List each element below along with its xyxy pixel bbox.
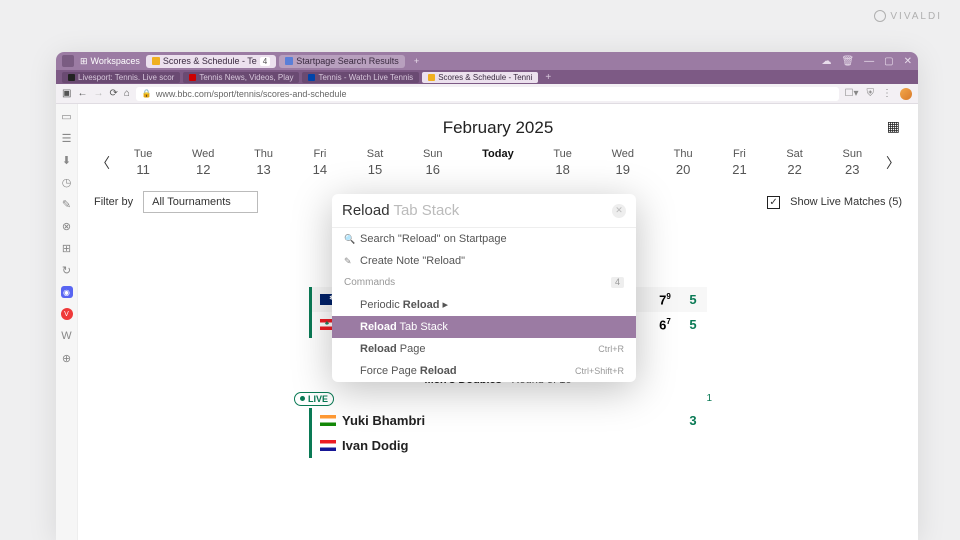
bookmark-icon[interactable]: ☐▾ [845,88,859,100]
set-score: 5 [679,292,707,307]
flag-croatia [320,440,336,451]
vivaldi-panel-icon[interactable]: V [61,308,73,320]
forward-button[interactable]: → [93,88,103,99]
bookmarks-panel-icon[interactable]: ▭ [61,110,73,122]
tab-group-scores[interactable]: Scores & Schedule - Te4 [146,55,276,68]
side-panel: ▭ ☰ ⬇ ◷ ✎ ⊗ ⊞ ↻ ◉ V W ⊕ [56,104,78,540]
livesport-favicon [68,74,75,81]
discord-panel-icon[interactable]: ◉ [61,286,73,298]
day-16[interactable]: Sun16 [423,148,443,177]
sync-icon[interactable]: ☁ [821,56,831,67]
live-badge: LIVE [294,392,334,406]
set-score: 3 [679,413,707,428]
quick-command-palette: Reload Tab Stack ✕ 🔍Search "Reload" on S… [332,194,636,382]
sub-tab-bar: Livesport: Tennis. Live scor Tennis News… [56,70,918,84]
reading-list-icon[interactable]: ☰ [61,132,73,144]
set-number: 1 [706,393,722,404]
app-menu-icon[interactable] [62,55,74,67]
url-text: www.bbc.com/sport/tennis/scores-and-sche… [156,89,347,99]
vivaldi-brand: VIVALDI [874,10,942,22]
palette-search-web[interactable]: 🔍Search "Reload" on Startpage [332,228,636,250]
match-doubles: Yuki Bhambri 3 Ivan Dodig [273,408,723,458]
subtab-livesport[interactable]: Livesport: Tennis. Live scor [62,72,180,83]
day-12[interactable]: Wed12 [192,148,214,177]
close-button[interactable]: ✕ [904,56,912,67]
add-panel-icon[interactable]: ⊕ [61,352,73,364]
history-panel-icon[interactable]: ◷ [61,176,73,188]
subtab-tennis-news[interactable]: Tennis News, Videos, Play [183,72,299,83]
panel-toggle-icon[interactable]: ▣ [62,88,71,99]
palette-close-button[interactable]: ✕ [612,204,626,218]
player-name: Ivan Dodig [342,438,679,453]
new-subtab-button[interactable]: + [545,72,551,83]
day-15[interactable]: Sat15 [367,148,384,177]
lock-icon: 🔒 [142,89,152,98]
match-row[interactable]: Ivan Dodig [309,433,707,458]
calendar-icon[interactable]: ▦ [887,118,900,135]
new-tab-button[interactable]: + [408,55,425,68]
startpage-favicon [285,57,293,65]
back-button[interactable]: ← [77,88,87,99]
show-live-checkbox[interactable]: ✓ [767,196,780,209]
translate-panel-icon[interactable]: ⊗ [61,220,73,232]
window-panel-icon[interactable]: ⊞ [61,242,73,254]
search-icon: 🔍 [344,234,354,245]
espn-favicon [189,74,196,81]
eurosport-favicon [308,74,315,81]
maximize-button[interactable]: ▢ [884,56,893,67]
player-name: Yuki Bhambri [342,413,679,428]
sessions-panel-icon[interactable]: ↻ [61,264,73,276]
set-score: 79 [651,292,679,307]
home-button[interactable]: ⌂ [124,88,130,99]
palette-create-note[interactable]: ✎Create Note "Reload" [332,250,636,272]
match-row[interactable]: Yuki Bhambri 3 [309,408,707,433]
subtab-scores-schedule[interactable]: Scores & Schedule - Tenni [422,72,538,83]
reload-button[interactable]: ⟳ [109,88,117,99]
prev-week-button[interactable]: 〈 [92,153,114,173]
note-icon: ✎ [344,256,354,267]
flag-india [320,415,336,426]
set-score: 5 [679,317,707,332]
notes-panel-icon[interactable]: ✎ [61,198,73,210]
address-bar: ▣ ← → ⟳ ⌂ 🔒 www.bbc.com/sport/tennis/sco… [56,84,918,104]
day-19[interactable]: Wed19 [612,148,634,177]
month-heading: February 2025 [78,118,918,138]
set-score: 67 [651,317,679,332]
palette-force-reload[interactable]: Force Page ReloadCtrl+Shift+R [332,360,636,382]
tab-group-startpage[interactable]: Startpage Search Results [279,55,405,68]
bbc-favicon [152,57,160,65]
workspaces-button[interactable]: ⊞ Workspaces [80,56,140,67]
palette-section-commands: Commands4 [332,272,636,293]
command-input[interactable]: Reload Tab Stack [342,202,612,219]
palette-reload-tab-stack[interactable]: Reload Tab Stack [332,316,636,338]
date-selector: 〈 Tue11 Wed12 Thu13 Fri14 Sat15 Sun16 Today Tue… [78,138,918,183]
day-22[interactable]: Sat22 [786,148,803,177]
palette-periodic-reload[interactable]: Periodic Reload ▸ [332,293,636,316]
tab-count-badge: 4 [260,57,270,66]
palette-reload-page[interactable]: Reload PageCtrl+R [332,338,636,360]
profile-avatar[interactable] [900,88,912,100]
day-14[interactable]: Fri14 [313,148,327,177]
minimize-button[interactable]: — [864,56,874,67]
show-live-label: Show Live Matches (5) [790,196,902,208]
bbc-favicon [428,74,435,81]
day-11[interactable]: Tue11 [134,148,153,177]
subtab-watch-tennis[interactable]: Tennis - Watch Live Tennis [302,72,419,83]
day-18[interactable]: Tue18 [553,148,572,177]
day-23[interactable]: Sun23 [843,148,863,177]
day-21[interactable]: Fri21 [732,148,746,177]
extensions-icon[interactable]: ⋮ [882,88,892,100]
tournament-filter[interactable]: All Tournaments [143,191,258,213]
day-20[interactable]: Thu20 [674,148,693,177]
blocker-icon[interactable]: ⛨ [867,88,875,100]
title-bar: ⊞ Workspaces Scores & Schedule - Te4 Sta… [56,52,918,70]
filter-label: Filter by [94,196,133,208]
url-field[interactable]: 🔒 www.bbc.com/sport/tennis/scores-and-sc… [136,87,839,101]
next-week-button[interactable]: 〉 [882,153,904,173]
trash-icon[interactable]: 🗑 [841,56,854,67]
day-13[interactable]: Thu13 [254,148,273,177]
wikipedia-panel-icon[interactable]: W [61,330,73,342]
day-today[interactable]: Today [482,148,514,177]
downloads-panel-icon[interactable]: ⬇ [61,154,73,166]
